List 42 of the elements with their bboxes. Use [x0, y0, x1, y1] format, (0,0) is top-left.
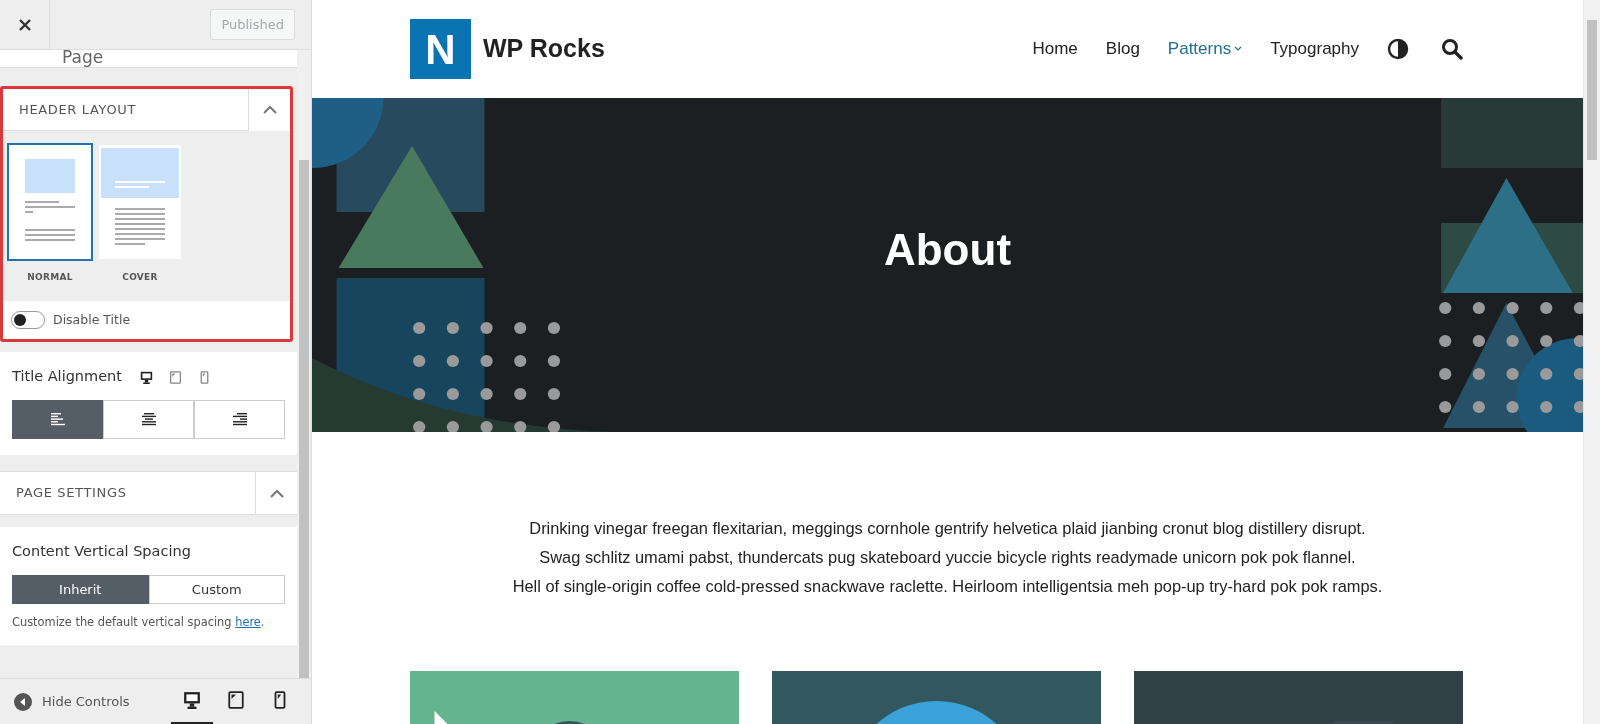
- align-right-icon: [232, 413, 247, 426]
- search-button[interactable]: [1441, 38, 1463, 60]
- nav-link[interactable]: Typography: [1270, 36, 1359, 62]
- site-title: WP Rocks: [483, 33, 606, 65]
- site-logo[interactable]: N: [410, 19, 471, 79]
- search-icon: [1441, 38, 1463, 60]
- phone-icon: [198, 370, 211, 384]
- section-title: HEADER LAYOUT: [18, 100, 138, 119]
- hide-controls-button[interactable]: Hide Controls: [14, 691, 169, 712]
- nav-link[interactable]: Patterns: [1167, 36, 1243, 62]
- tablet-icon: [169, 370, 182, 384]
- help-text: Customize the default vertical spacing here.: [12, 613, 266, 631]
- body-text: Swag schlitz umami pabst, thundercats pug skateboard yuccie bicycle rights readymade unicorn pok pok flannel.: [538, 547, 1357, 568]
- alignment-button[interactable]: [12, 400, 103, 439]
- scrollbar[interactable]: [1583, 0, 1600, 724]
- spacing-option[interactable]: Inherit: [12, 574, 149, 604]
- control-label: Content Vertical Spacing: [12, 542, 192, 561]
- nav-link[interactable]: Blog: [1105, 36, 1140, 62]
- monitor-icon: [140, 370, 153, 384]
- monitor-icon: [183, 691, 201, 709]
- page-title: About: [883, 224, 1012, 276]
- device-button[interactable]: [140, 370, 153, 384]
- align-left-icon: [50, 413, 65, 426]
- body-text: Drinking vinegar freegan flexitarian, meggings cornhole gentrify helvetica plaid jianbing cronut blog distillery disrupt.: [528, 518, 1367, 539]
- theme-toggle-button[interactable]: [1387, 38, 1409, 60]
- chevron-up-icon: [262, 105, 277, 114]
- caret-icon: [1234, 46, 1243, 52]
- align-center-icon: [141, 413, 156, 426]
- chevron-up-icon: [269, 488, 284, 498]
- nav-link[interactable]: Home: [1032, 36, 1078, 62]
- help-link[interactable]: here: [235, 614, 261, 629]
- tablet-icon: [227, 691, 245, 709]
- section-title: PAGE SETTINGS: [15, 484, 128, 503]
- close-icon: [18, 18, 31, 31]
- body-text: Hell of single-origin coffee cold-pressed snackwave raclette. Heirloom intelligentsia meh pop-up try-hard pok pok ramps.: [511, 576, 1384, 597]
- control-label: Title Alignment: [12, 367, 122, 387]
- toggle-label: Disable Title: [53, 310, 131, 329]
- contrast-icon: [1387, 38, 1409, 60]
- collapse-button[interactable]: [248, 88, 290, 131]
- page-label: Page: [62, 50, 104, 67]
- toggle-switch[interactable]: [11, 310, 45, 329]
- spacing-option[interactable]: Custom: [148, 574, 285, 604]
